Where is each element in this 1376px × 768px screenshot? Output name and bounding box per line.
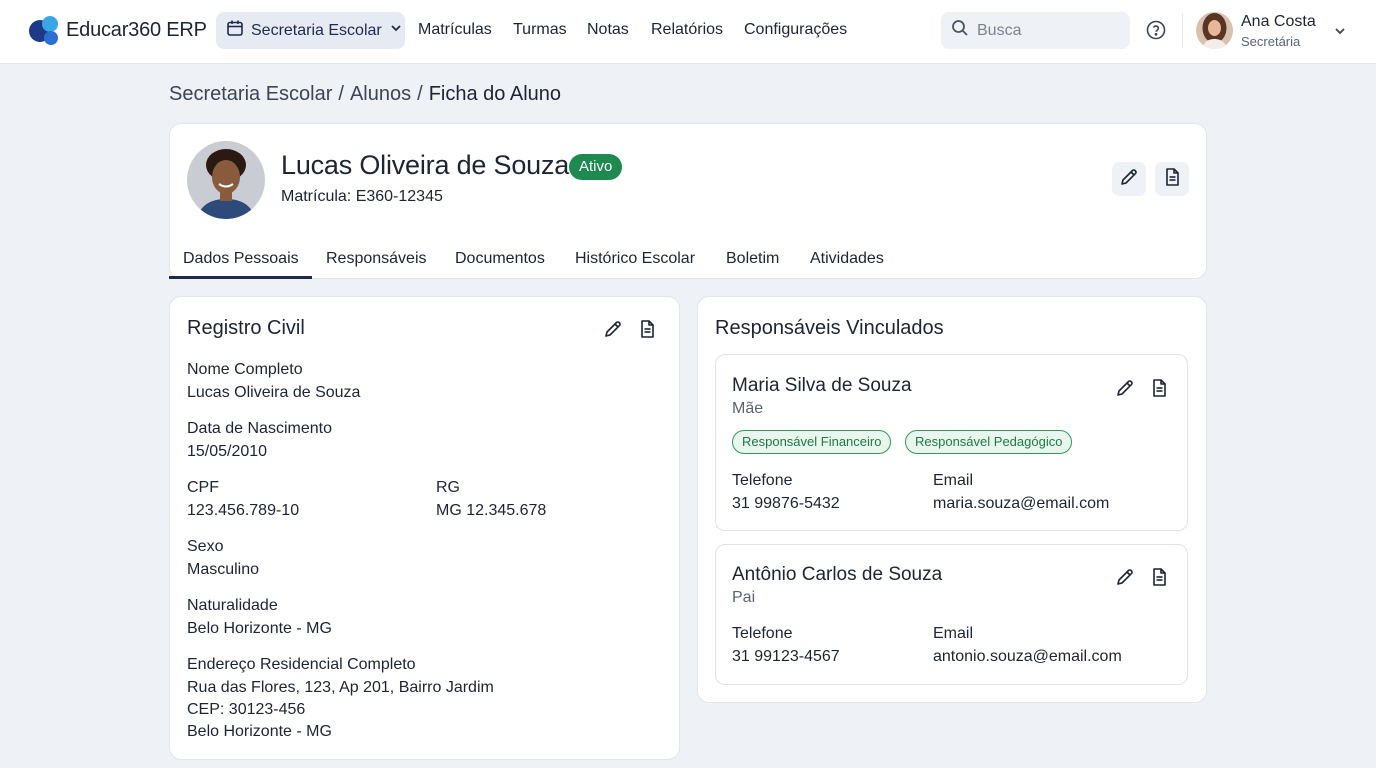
sexo-label: Sexo: [187, 538, 224, 555]
breadcrumb: Secretaria Escolar / Alunos / Ficha do A…: [169, 83, 561, 106]
guardian-name: Maria Silva de Souza: [732, 375, 912, 396]
registro-civil-title: Registro Civil: [187, 317, 305, 339]
guardian-document-icon[interactable]: [1148, 377, 1170, 399]
rg-value: MG 12.345.678: [436, 502, 547, 519]
student-matricula: Matrícula: E360-12345: [281, 188, 443, 205]
guardian-name: Antônio Carlos de Souza: [732, 564, 943, 585]
tag-responsavel-pedagogico: Responsável Pedagógico: [905, 430, 1073, 454]
breadcrumb-separator: /: [338, 83, 344, 105]
endereco-label: Endereço Residencial Completo: [187, 656, 416, 673]
data-nascimento-value: 15/05/2010: [187, 443, 268, 460]
module-selector[interactable]: Secretaria Escolar: [216, 12, 405, 49]
breadcrumb-separator: /: [417, 83, 423, 105]
active-tab-indicator: [169, 276, 312, 279]
user-avatar[interactable]: [1196, 12, 1233, 49]
user-menu-chevron-down-icon[interactable]: [1333, 24, 1347, 38]
guardian-email[interactable]: antonio.souza@email.com: [933, 648, 1122, 666]
cpf-label: CPF: [187, 479, 219, 496]
sexo-value: Masculino: [187, 561, 260, 578]
tab-historico-escolar[interactable]: Histórico Escolar: [575, 250, 695, 268]
topbar-divider: [1182, 14, 1183, 48]
tab-boletim[interactable]: Boletim: [726, 250, 779, 268]
endereco-line-2: CEP: 30123-456: [187, 701, 306, 718]
breadcrumb-secretaria[interactable]: Secretaria Escolar: [169, 83, 332, 106]
nome-completo-value: Lucas Oliveira de Souza: [187, 384, 361, 401]
breadcrumb-current: Ficha do Aluno: [428, 83, 562, 105]
nav-notas[interactable]: Notas: [587, 21, 629, 39]
nav-configuracoes[interactable]: Configurações: [744, 21, 847, 39]
tab-documentos[interactable]: Documentos: [455, 250, 545, 268]
chevron-down-icon: [389, 21, 403, 40]
pencil-icon: [1119, 167, 1139, 192]
edit-registro-pencil-icon[interactable]: [602, 318, 624, 340]
top-bar: Educar360 ERP Secretaria Escolar Matrícu…: [0, 0, 1376, 64]
guardian-document-icon[interactable]: [1148, 566, 1170, 588]
user-role: Secretária: [1241, 34, 1301, 49]
search-box: [941, 12, 1130, 49]
responsaveis-title: Responsáveis Vinculados: [715, 317, 944, 339]
student-document-button[interactable]: [1155, 162, 1189, 196]
app-name: Educar360 ERP: [66, 19, 207, 41]
cpf-value: 123.456.789-10: [187, 502, 300, 519]
tag-responsavel-financeiro: Responsável Financeiro: [732, 430, 892, 454]
help-icon[interactable]: [1145, 19, 1167, 41]
naturalidade-value: Belo Horizonte - MG: [187, 620, 332, 637]
nav-relatorios[interactable]: Relatórios: [651, 21, 723, 39]
guardian-email-label: Email: [933, 625, 974, 642]
registro-document-icon[interactable]: [636, 318, 658, 340]
nav-matriculas[interactable]: Matrículas: [418, 21, 492, 39]
breadcrumb-alunos[interactable]: Alunos: [350, 83, 411, 106]
status-badge: Ativo: [569, 154, 623, 180]
endereco-line-3: Belo Horizonte - MG: [187, 723, 332, 740]
logo-icon[interactable]: [28, 14, 60, 46]
guardian-email-label: Email: [933, 472, 974, 489]
data-nascimento-label: Data de Nascimento: [187, 420, 332, 437]
search-icon: [951, 19, 969, 42]
guardian-phone[interactable]: 31 99876-5432: [732, 495, 840, 513]
edit-guardian-pencil-icon[interactable]: [1114, 566, 1136, 588]
rg-label: RG: [436, 479, 460, 496]
guardian-relation: Mãe: [732, 400, 764, 417]
module-selector-label: Secretaria Escolar: [251, 21, 382, 39]
naturalidade-label: Naturalidade: [187, 597, 278, 614]
guardian-email[interactable]: maria.souza@email.com: [933, 495, 1109, 513]
student-name: Lucas Oliveira de Souza: [281, 150, 570, 180]
nome-completo-label: Nome Completo: [187, 361, 303, 378]
edit-student-button[interactable]: [1112, 162, 1146, 196]
calendar-icon: [226, 19, 244, 42]
user-name: Ana Costa: [1241, 13, 1316, 30]
guardian-phone-label: Telefone: [732, 472, 793, 489]
tab-atividades[interactable]: Atividades: [810, 250, 884, 268]
student-photo: [187, 141, 265, 219]
endereco-line-1: Rua das Flores, 123, Ap 201, Bairro Jard…: [187, 679, 494, 696]
guardian-phone[interactable]: 31 99123-4567: [732, 648, 840, 666]
tab-responsaveis[interactable]: Responsáveis: [326, 250, 427, 268]
guardian-phone-label: Telefone: [732, 625, 793, 642]
search-input[interactable]: [977, 21, 1117, 40]
guardian-relation: Pai: [732, 589, 756, 606]
tab-dados-pessoais[interactable]: Dados Pessoais: [183, 250, 299, 268]
nav-turmas[interactable]: Turmas: [513, 21, 567, 39]
edit-guardian-pencil-icon[interactable]: [1114, 377, 1136, 399]
document-icon: [1162, 167, 1182, 192]
